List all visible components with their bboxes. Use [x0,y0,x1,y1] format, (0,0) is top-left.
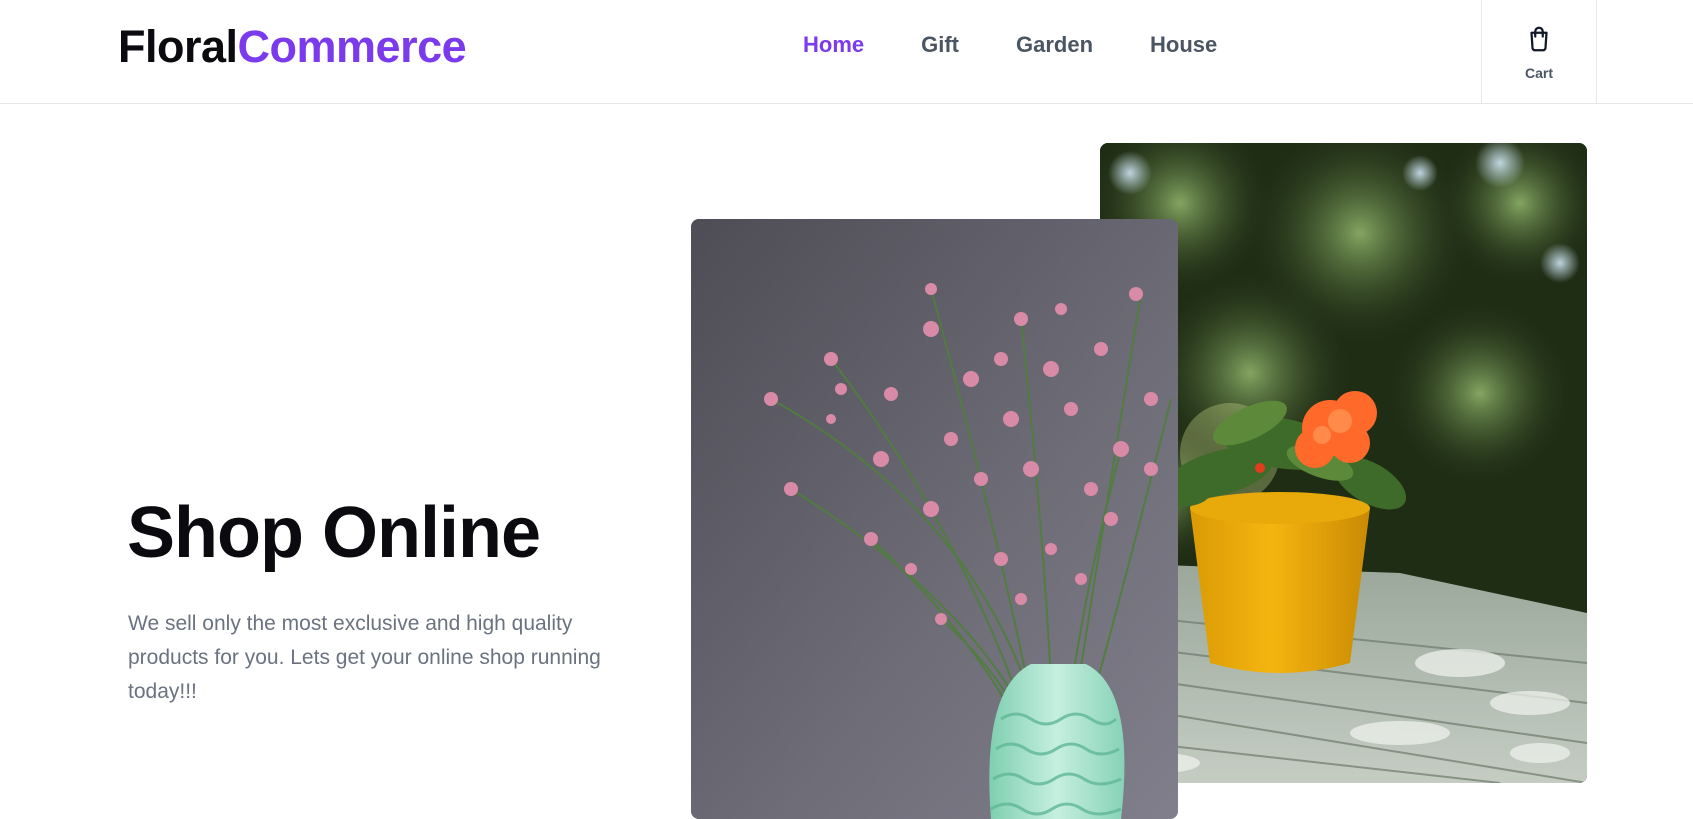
nav-garden[interactable]: Garden [1016,30,1093,60]
main-nav: Home Gift Garden House [803,30,1274,60]
pink-flowers-vase-image [691,219,1178,819]
site-header: FloralCommerce Home Gift Garden House Ca… [0,0,1693,104]
nav-gift[interactable]: Gift [921,30,959,60]
cart-label: Cart [1524,64,1553,81]
nav-house[interactable]: House [1150,30,1217,60]
logo-text-floral: Floral [118,21,238,72]
logo-text-commerce: Commerce [237,21,467,72]
hero-description: We sell only the most exclusive and high… [128,612,601,703]
hero-title: Shop Online [127,493,541,573]
brand-logo[interactable]: FloralCommerce [118,20,467,74]
nav-home[interactable]: Home [803,30,864,60]
cart-button[interactable]: Cart [1481,0,1597,104]
shopping-bag-icon [1524,24,1554,59]
